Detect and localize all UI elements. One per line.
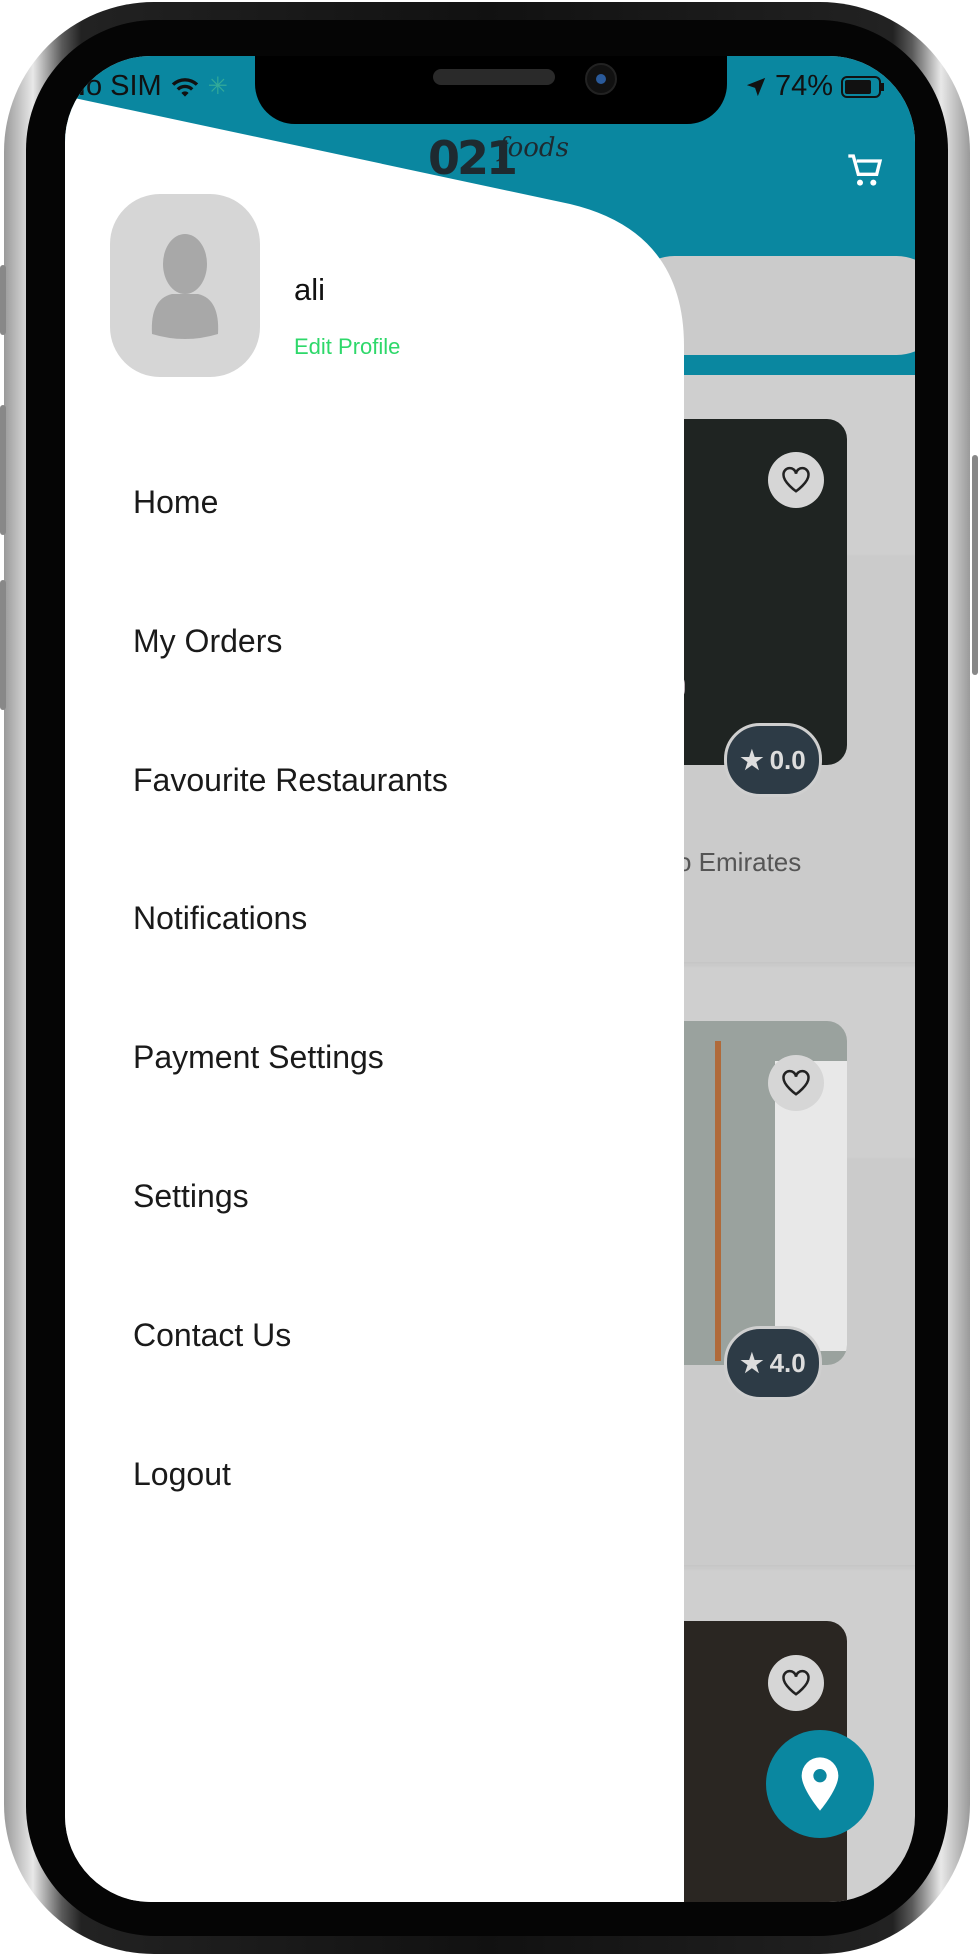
loading-spinner-icon: ✳: [207, 73, 228, 100]
menu-item-home[interactable]: Home: [133, 484, 218, 521]
camera: [585, 63, 617, 95]
battery-percent: 74%: [775, 70, 834, 102]
menu-item-favourite-restaurants[interactable]: Favourite Restaurants: [133, 762, 448, 799]
location-arrow-icon: [746, 77, 766, 96]
menu-item-my-orders[interactable]: My Orders: [133, 623, 282, 660]
screen: 021 foods ★ 0.0 o Emirates ★ 4.0 ali Edi…: [65, 56, 915, 1902]
mute-switch: [0, 265, 6, 335]
user-silhouette-icon: [151, 234, 219, 339]
status-left: No SIM ✳: [65, 70, 228, 103]
notch: [255, 56, 727, 124]
edit-profile-link[interactable]: Edit Profile: [294, 334, 400, 360]
menu-item-logout[interactable]: Logout: [133, 1456, 231, 1493]
wifi-icon: [171, 77, 198, 97]
avatar[interactable]: [110, 194, 260, 377]
menu-item-payment-settings[interactable]: Payment Settings: [133, 1039, 384, 1076]
menu-item-notifications[interactable]: Notifications: [133, 900, 307, 937]
battery-icon: [841, 75, 885, 98]
carrier-label: No SIM: [65, 70, 162, 102]
volume-down-button: [0, 580, 6, 710]
volume-up-button: [0, 405, 6, 535]
menu-item-settings[interactable]: Settings: [133, 1178, 249, 1215]
user-name: ali: [294, 272, 326, 307]
status-right: 74%: [745, 70, 885, 103]
menu-item-contact-us[interactable]: Contact Us: [133, 1317, 291, 1354]
speaker: [433, 69, 555, 85]
power-button: [972, 455, 978, 675]
